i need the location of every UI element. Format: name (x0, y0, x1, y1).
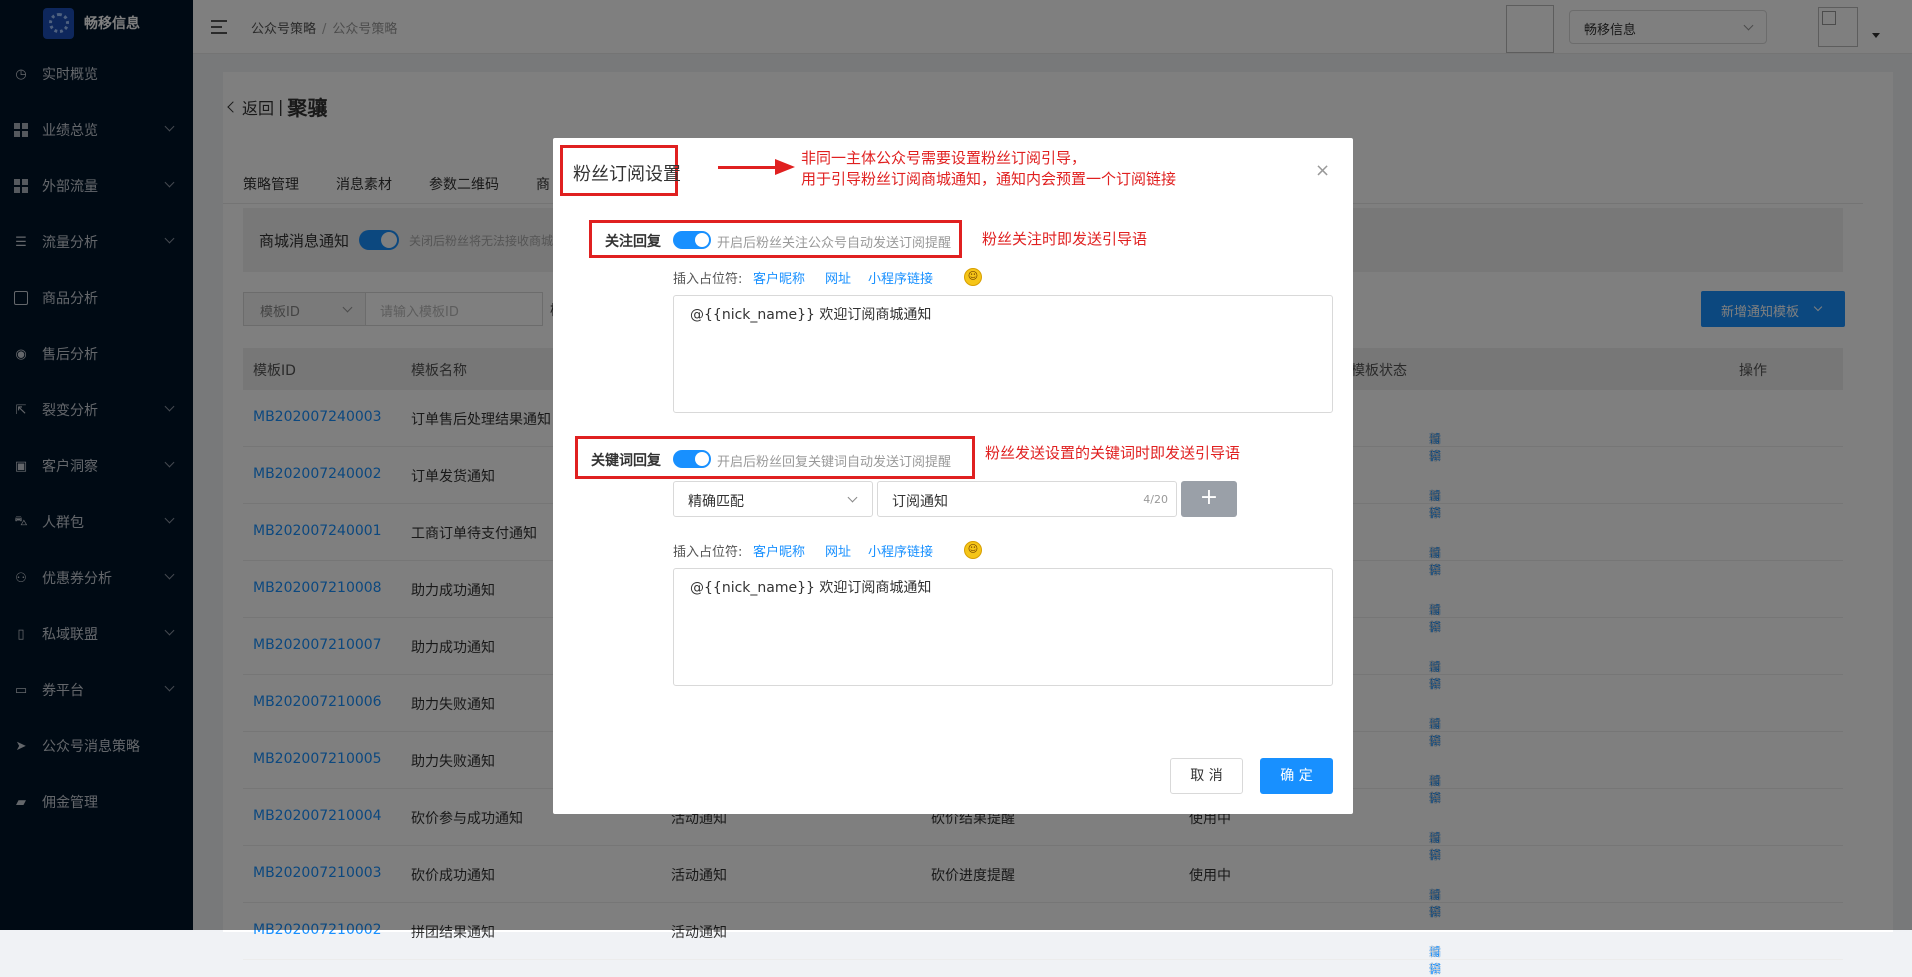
insert-miniprogram-link[interactable]: 小程序链接 (868, 541, 933, 560)
keyword-reply-toggle[interactable] (673, 450, 711, 468)
annotation-note-keyword: 粉丝发送设置的关键词时即发送引导语 (985, 444, 1241, 462)
annotation-line: 非同一主体公众号需要设置粉丝订阅引导， (801, 149, 1087, 167)
follow-reply-hint: 开启后粉丝关注公众号自动发送订阅提醒 (717, 236, 952, 251)
annotation-arrow-head (775, 159, 795, 175)
follow-reply-label: 关注回复 (605, 234, 661, 250)
keyword-reply-label: 关键词回复 (591, 453, 661, 469)
match-type-select[interactable]: 精确匹配 (673, 481, 873, 517)
insert-nickname-link[interactable]: 客户昵称 (753, 268, 805, 287)
delete-button[interactable]: 删除 (1429, 943, 1441, 977)
emoji-icon[interactable]: ☺ (964, 268, 982, 286)
annotation-note-top: 非同一主体公众号需要设置粉丝订阅引导， 用于引导粉丝订阅商城通知，通知内会预置一… (801, 148, 1176, 190)
insert-url-link[interactable]: 网址 (825, 268, 851, 287)
annotation-line: 用于引导粉丝订阅商城通知，通知内会预置一个订阅链接 (801, 170, 1177, 188)
close-icon[interactable]: × (1315, 160, 1330, 181)
annotation-arrow (718, 166, 780, 169)
annotation-note-follow: 粉丝关注时即发送引导语 (982, 230, 1148, 248)
insert-miniprogram-link[interactable]: 小程序链接 (868, 268, 933, 287)
add-keyword-button[interactable]: + (1181, 481, 1237, 517)
insert-nickname-link[interactable]: 客户昵称 (753, 541, 805, 560)
keyword-value: 订阅通知 (892, 494, 948, 510)
confirm-button[interactable]: 确 定 (1260, 758, 1333, 794)
insert-url-link[interactable]: 网址 (825, 541, 851, 560)
emoji-icon[interactable]: ☺ (964, 541, 982, 559)
follow-reply-toggle[interactable] (673, 231, 711, 249)
cancel-button[interactable]: 取 消 (1170, 758, 1243, 794)
placeholder-label: 插入占位符: (673, 545, 743, 560)
keyword-reply-textarea[interactable]: @{{nick_name}} 欢迎订阅商城通知 (673, 568, 1333, 686)
dialog-title: 粉丝订阅设置 (573, 164, 681, 185)
placeholder-label: 插入占位符: (673, 272, 743, 287)
keyword-reply-hint: 开启后粉丝回复关键词自动发送订阅提醒 (717, 455, 952, 470)
keyword-char-count: 4/20 (1143, 493, 1168, 506)
keyword-input[interactable]: 订阅通知 4/20 (877, 481, 1177, 517)
follow-reply-textarea[interactable]: @{{nick_name}} 欢迎订阅商城通知 (673, 295, 1333, 413)
fan-subscribe-dialog: 粉丝订阅设置 非同一主体公众号需要设置粉丝订阅引导， 用于引导粉丝订阅商城通知，… (553, 138, 1353, 814)
